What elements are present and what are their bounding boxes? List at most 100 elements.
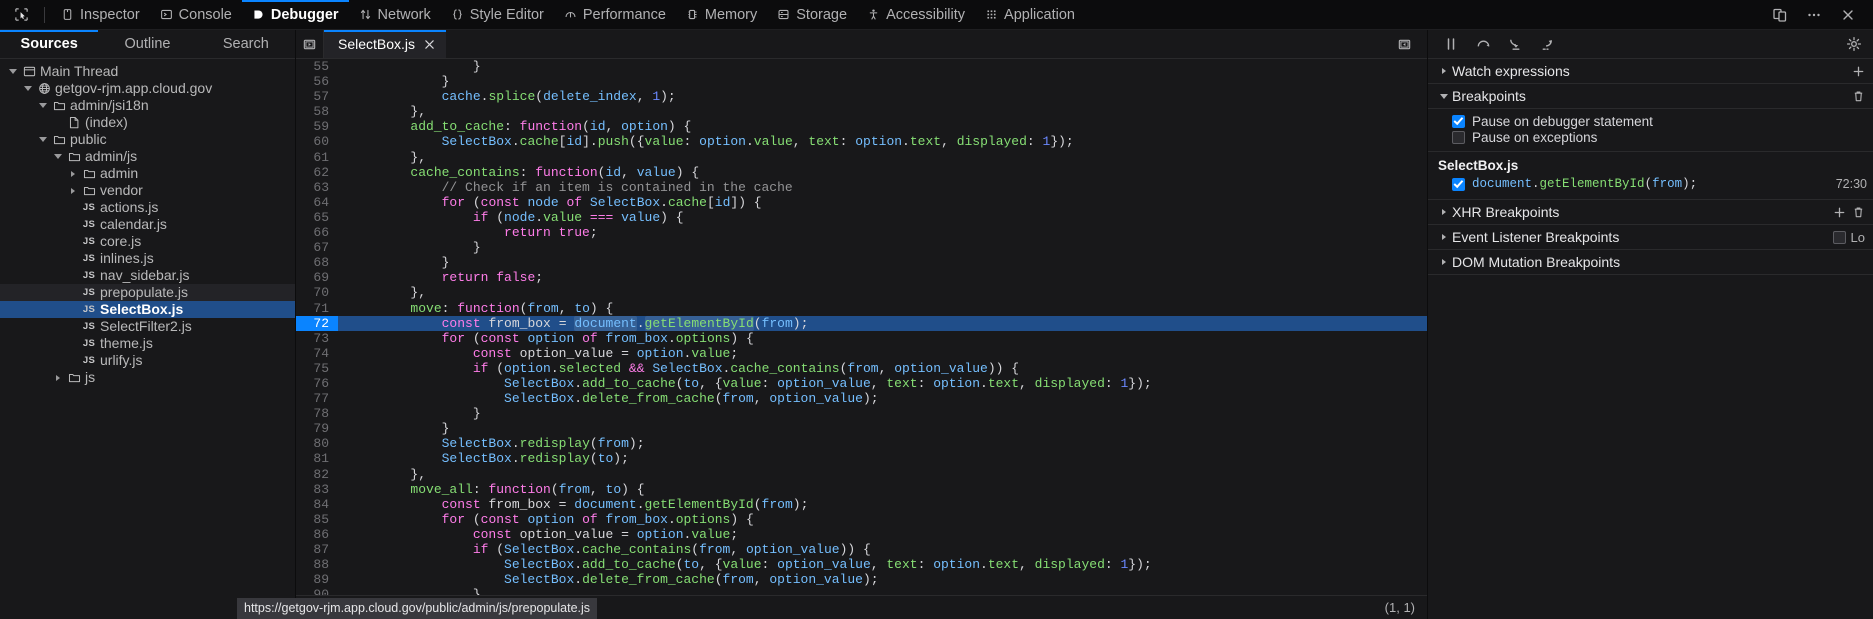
settings-gear-icon[interactable] xyxy=(1839,32,1869,57)
code-line[interactable]: 68 } xyxy=(296,255,1427,271)
checkbox[interactable] xyxy=(1452,177,1465,191)
code-line[interactable]: 85 for (const option of from_box.options… xyxy=(296,511,1427,527)
line-number[interactable]: 64 xyxy=(296,194,338,210)
line-number[interactable]: 76 xyxy=(296,375,338,392)
line-number[interactable]: 60 xyxy=(296,134,338,150)
code-line[interactable]: 79 } xyxy=(296,421,1427,437)
chevron-down-icon[interactable] xyxy=(6,69,20,74)
line-number[interactable]: 70 xyxy=(296,285,338,301)
code-line[interactable]: 58 }, xyxy=(296,104,1427,120)
tree-item-core-js[interactable]: JS core.js xyxy=(0,233,295,250)
tree-item-admin-jsi18n[interactable]: admin/jsi18n xyxy=(0,97,295,114)
trash-icon[interactable] xyxy=(1852,89,1865,103)
tab-performance[interactable]: Performance xyxy=(554,0,676,30)
code-line[interactable]: 74 const option_value = option.value; xyxy=(296,345,1427,361)
sources-tab-sources[interactable]: Sources xyxy=(0,30,99,58)
line-number[interactable]: 58 xyxy=(296,104,338,120)
line-number[interactable]: 65 xyxy=(296,209,338,226)
close-tab-icon[interactable] xyxy=(424,39,435,50)
tab-debugger[interactable]: Debugger xyxy=(241,0,349,30)
code-line[interactable]: 77 SelectBox.delete_from_cache(from, opt… xyxy=(296,391,1427,407)
add-icon[interactable] xyxy=(1852,65,1865,78)
tree-item-selectbox-js[interactable]: JS SelectBox.js xyxy=(0,301,295,318)
checkbox[interactable] xyxy=(1452,130,1465,144)
section-event-listener-breakpoints[interactable]: Event Listener Breakpoints Lo xyxy=(1428,225,1873,250)
line-number[interactable]: 71 xyxy=(296,300,338,316)
tree-item-vendor[interactable]: vendor xyxy=(0,182,295,199)
line-number[interactable]: 63 xyxy=(296,179,338,195)
line-number[interactable]: 88 xyxy=(296,557,338,573)
line-number[interactable]: 67 xyxy=(296,240,338,256)
line-number[interactable]: 90 xyxy=(296,587,338,595)
meatball-menu-icon[interactable] xyxy=(1799,2,1829,28)
line-number[interactable]: 73 xyxy=(296,330,338,346)
line-number[interactable]: 69 xyxy=(296,270,338,286)
event-log-toggle[interactable]: Lo xyxy=(1832,230,1873,245)
line-number[interactable]: 84 xyxy=(296,496,338,512)
code-line[interactable]: 62 cache_contains: function(id, value) { xyxy=(296,164,1427,180)
tree-item-getgov-rjm-app-cloud-gov[interactable]: getgov-rjm.app.cloud.gov xyxy=(0,80,295,97)
line-number[interactable]: 89 xyxy=(296,572,338,588)
code-editor[interactable]: 55 } 56 } 57 cache.splice(delete_index, 1)… xyxy=(296,59,1427,595)
chevron-right-icon[interactable] xyxy=(66,170,80,177)
line-number[interactable]: 82 xyxy=(296,466,338,482)
tree-item-inlines-js[interactable]: JS inlines.js xyxy=(0,250,295,267)
code-line[interactable]: 59 add_to_cache: function(id, option) { xyxy=(296,119,1427,135)
line-number[interactable]: 77 xyxy=(296,391,338,407)
chevron-right-icon[interactable] xyxy=(66,187,80,194)
code-line[interactable]: 65 if (node.value === value) { xyxy=(296,209,1427,226)
line-number[interactable]: 59 xyxy=(296,119,338,135)
code-line[interactable]: 67 } xyxy=(296,240,1427,256)
code-line[interactable]: 90 } xyxy=(296,587,1427,595)
line-number[interactable]: 79 xyxy=(296,421,338,437)
code-line[interactable]: 64 for (const node of SelectBox.cache[id… xyxy=(296,194,1427,210)
tree-item-theme-js[interactable]: JS theme.js xyxy=(0,335,295,352)
chevron-down-icon[interactable] xyxy=(51,154,65,159)
node-picker-icon[interactable] xyxy=(6,2,36,28)
line-number[interactable]: 85 xyxy=(296,511,338,527)
line-number[interactable]: 61 xyxy=(296,149,338,165)
sources-tab-outline[interactable]: Outline xyxy=(98,30,196,58)
code-line[interactable]: 88 SelectBox.add_to_cache(to, {value: op… xyxy=(296,557,1427,573)
line-number[interactable]: 68 xyxy=(296,255,338,271)
chevron-right-icon[interactable] xyxy=(51,374,65,381)
line-number[interactable]: 87 xyxy=(296,542,338,558)
tree-item-selectfilter2-js[interactable]: JS SelectFilter2.js xyxy=(0,318,295,335)
line-number[interactable]: 80 xyxy=(296,436,338,452)
tree-item-nav-sidebar-js[interactable]: JS nav_sidebar.js xyxy=(0,267,295,284)
checkbox[interactable] xyxy=(1452,115,1465,129)
tree-item-admin[interactable]: admin xyxy=(0,165,295,182)
line-number[interactable]: 81 xyxy=(296,451,338,467)
line-number[interactable]: 62 xyxy=(296,164,338,180)
editor-tab-selectbox[interactable]: SelectBox.js xyxy=(324,30,447,58)
tree-item-js[interactable]: js xyxy=(0,369,295,386)
line-number[interactable]: 86 xyxy=(296,526,338,542)
code-line[interactable]: 61 }, xyxy=(296,149,1427,165)
expand-panes-icon[interactable] xyxy=(296,30,324,58)
line-number[interactable]: 66 xyxy=(296,225,338,241)
section-xhr-breakpoints[interactable]: XHR Breakpoints xyxy=(1428,200,1873,225)
code-line[interactable]: 71 move: function(from, to) { xyxy=(296,300,1427,316)
code-line[interactable]: 75 if (option.selected && SelectBox.cach… xyxy=(296,360,1427,376)
checkbox[interactable] xyxy=(1832,230,1846,244)
close-devtools-icon[interactable] xyxy=(1833,2,1863,28)
tab-console[interactable]: Console xyxy=(150,0,242,30)
line-number[interactable]: 55 xyxy=(296,59,338,75)
tab-storage[interactable]: Storage xyxy=(767,0,857,30)
code-line[interactable]: 89 SelectBox.delete_from_cache(from, opt… xyxy=(296,572,1427,588)
section-watch-expressions[interactable]: Watch expressions xyxy=(1428,59,1873,84)
code-line[interactable]: 78 } xyxy=(296,406,1427,422)
tab-network[interactable]: Network xyxy=(349,0,441,30)
tab-application[interactable]: Application xyxy=(975,0,1085,30)
tree-item-main-thread[interactable]: Main Thread xyxy=(0,63,295,80)
code-line[interactable]: 70 }, xyxy=(296,285,1427,301)
code-line[interactable]: 63 // Check if an item is contained in t… xyxy=(296,179,1427,195)
line-number[interactable]: 74 xyxy=(296,345,338,361)
code-line[interactable]: 56 } xyxy=(296,74,1427,90)
source-tree[interactable]: Main Thread getgov-rjm.app.cloud.gov admin… xyxy=(0,59,295,619)
line-number[interactable]: 72 xyxy=(296,315,338,331)
split-console-icon[interactable] xyxy=(1389,31,1419,57)
line-number[interactable]: 78 xyxy=(296,406,338,422)
code-line[interactable]: 83 move_all: function(from, to) { xyxy=(296,481,1427,497)
section-dom-mutation-breakpoints[interactable]: DOM Mutation Breakpoints xyxy=(1428,250,1873,275)
